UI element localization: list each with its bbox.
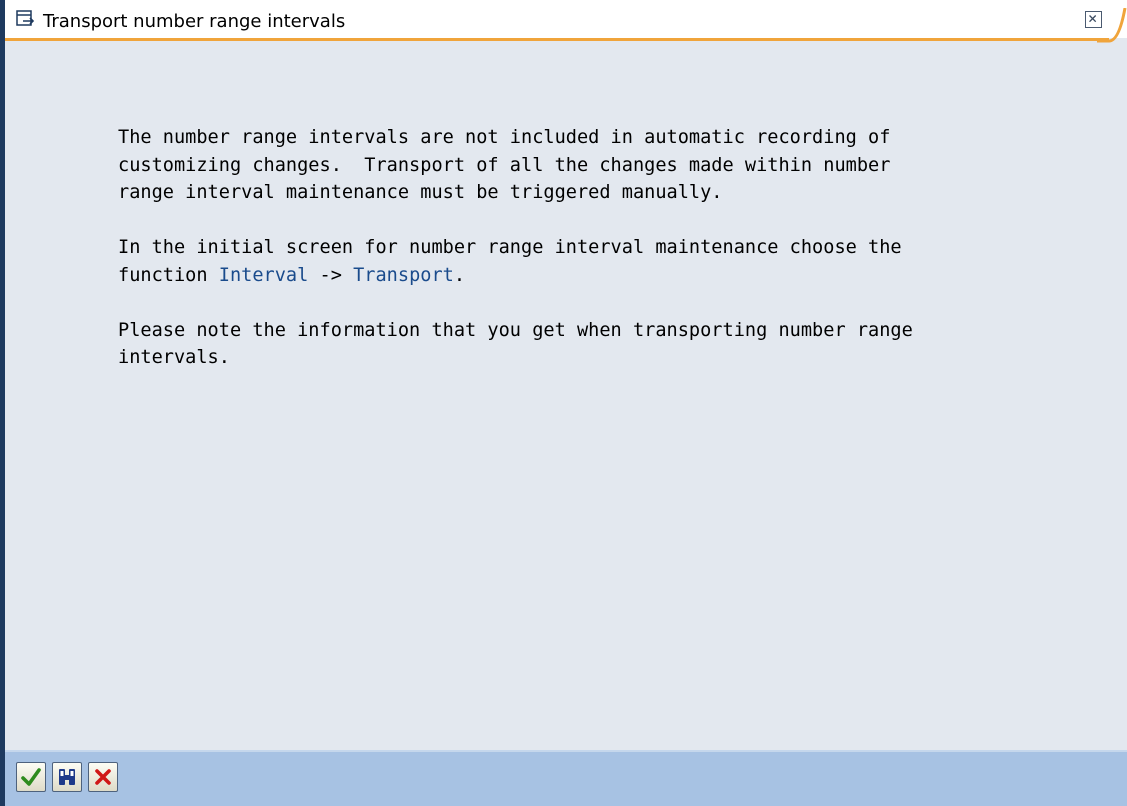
checkmark-icon bbox=[21, 768, 41, 786]
message-paragraph-3: Please note the information that you get… bbox=[118, 319, 913, 369]
cancel-x-icon bbox=[95, 769, 111, 785]
find-button[interactable] bbox=[52, 762, 82, 792]
message-paragraph-2: In the initial screen for number range i… bbox=[118, 234, 1098, 289]
message-text: The number range intervals are not inclu… bbox=[118, 124, 1098, 372]
dialog-window: Transport number range intervals The num… bbox=[0, 0, 1127, 806]
title-accent-line bbox=[5, 38, 1109, 41]
continue-button[interactable] bbox=[16, 762, 46, 792]
cancel-button[interactable] bbox=[88, 762, 118, 792]
window-popup-icon bbox=[16, 10, 35, 26]
message-paragraph-1: The number range intervals are not inclu… bbox=[118, 127, 891, 203]
button-bar bbox=[5, 750, 1127, 806]
interval-menu-link[interactable]: Interval bbox=[219, 265, 309, 286]
message-paragraph-2-suffix: . bbox=[453, 264, 466, 286]
title-bar: Transport number range intervals bbox=[5, 0, 1127, 43]
button-bar-divider bbox=[5, 750, 1127, 752]
menu-path-arrow: -> bbox=[308, 264, 354, 286]
window-title: Transport number range intervals bbox=[43, 11, 346, 32]
binoculars-icon bbox=[59, 769, 75, 785]
transport-menu-link[interactable]: Transport bbox=[353, 265, 454, 286]
